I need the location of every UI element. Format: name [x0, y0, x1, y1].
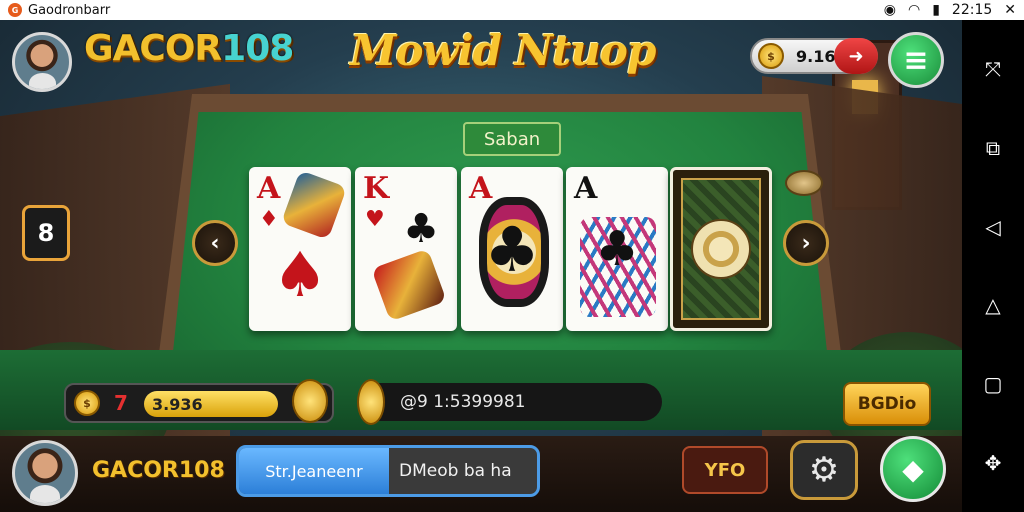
side-badge[interactable]: 8 [22, 205, 70, 261]
home-icon[interactable]: △ [985, 293, 1000, 317]
expand-icon[interactable]: ⤧ [985, 57, 1001, 81]
action-button[interactable]: BGDio [843, 382, 931, 426]
brand-logo: GACOR108 [84, 28, 294, 69]
chat-tab[interactable]: Str.Jeaneenr [239, 448, 389, 494]
wifi-icon: ◠ [907, 2, 921, 18]
next-arrow-button[interactable]: › [783, 220, 829, 266]
chat-text: DMeob ba ha [399, 461, 512, 481]
bet-amount: 3.936 [144, 391, 278, 417]
table-label: Saban [463, 122, 561, 156]
info-text: @9 1:5399981 [400, 392, 526, 412]
menu-button[interactable]: ≡ [888, 32, 944, 88]
level-button[interactable]: YFO [682, 446, 768, 494]
info-bar: @9 1:5399981 [360, 383, 662, 421]
app-icon: G [8, 3, 22, 17]
status-app-name: Gaodronbarr [28, 2, 111, 18]
play-button[interactable]: ◆ [880, 436, 946, 502]
coins-balance[interactable]: $ 9.16 ➜ [750, 38, 878, 74]
game-title: Mowid Ntuop [350, 26, 656, 75]
signal-icon: ▮ [932, 2, 940, 18]
card-suit: ♣ [484, 212, 540, 286]
gold-drop-icon [357, 379, 385, 425]
prev-arrow-button[interactable]: ‹ [192, 220, 238, 266]
top-avatar[interactable] [12, 32, 72, 92]
gear-icon: ⚙ [808, 450, 840, 490]
bet-number: 7 [114, 391, 128, 415]
status-bar: G Gaodronbarr ◉ ◠ ▮ 22:15 ✕ [0, 0, 1024, 20]
card-suit: ♣ [403, 206, 439, 252]
coins-value: 9.16 [796, 46, 836, 66]
close-icon[interactable]: ✕ [1004, 2, 1016, 18]
chevron-left-icon: ‹ [210, 230, 220, 256]
bet-coin-icon: $ [74, 390, 100, 416]
back-icon[interactable]: ◁ [985, 215, 1000, 239]
brand-suffix: 108 [221, 28, 294, 69]
play-icon: ◆ [902, 452, 924, 486]
player-avatar[interactable] [12, 440, 78, 506]
card-suit: ♠ [272, 237, 328, 311]
card-4[interactable]: A ♣ [566, 167, 668, 331]
settings-button[interactable]: ⚙ [790, 440, 858, 500]
add-coins-button[interactable]: ➜ [834, 38, 878, 74]
screenshot-icon[interactable]: ⧉ [986, 136, 1000, 160]
card-1[interactable]: A ♦ ♠ [249, 167, 351, 331]
chip-stack[interactable] [785, 170, 823, 196]
card-3[interactable]: A ♣ [461, 167, 563, 331]
notification-icon: ◉ [883, 2, 896, 18]
recents-icon[interactable]: ▢ [984, 372, 1003, 396]
status-time: 22:15 [951, 2, 993, 18]
gold-orb-icon[interactable] [292, 379, 328, 423]
card-suit: ♣ [595, 221, 639, 277]
chevron-right-icon: › [801, 230, 811, 256]
card-back-emblem [691, 219, 751, 279]
brand-prefix: GACOR [84, 28, 222, 69]
system-nav-bar: ⤧ ⧉ ◁ △ ▢ ✥ [962, 20, 1024, 512]
coin-icon: $ [758, 43, 784, 69]
gamepad-icon[interactable]: ✥ [985, 451, 1002, 475]
card-2[interactable]: K ♥ ♣ [355, 167, 457, 331]
menu-icon: ≡ [903, 42, 929, 78]
player-name: GACOR108 [92, 458, 225, 483]
chat-box[interactable]: Str.Jeaneenr DMeob ba ha [236, 445, 540, 497]
card-back[interactable] [670, 167, 772, 331]
